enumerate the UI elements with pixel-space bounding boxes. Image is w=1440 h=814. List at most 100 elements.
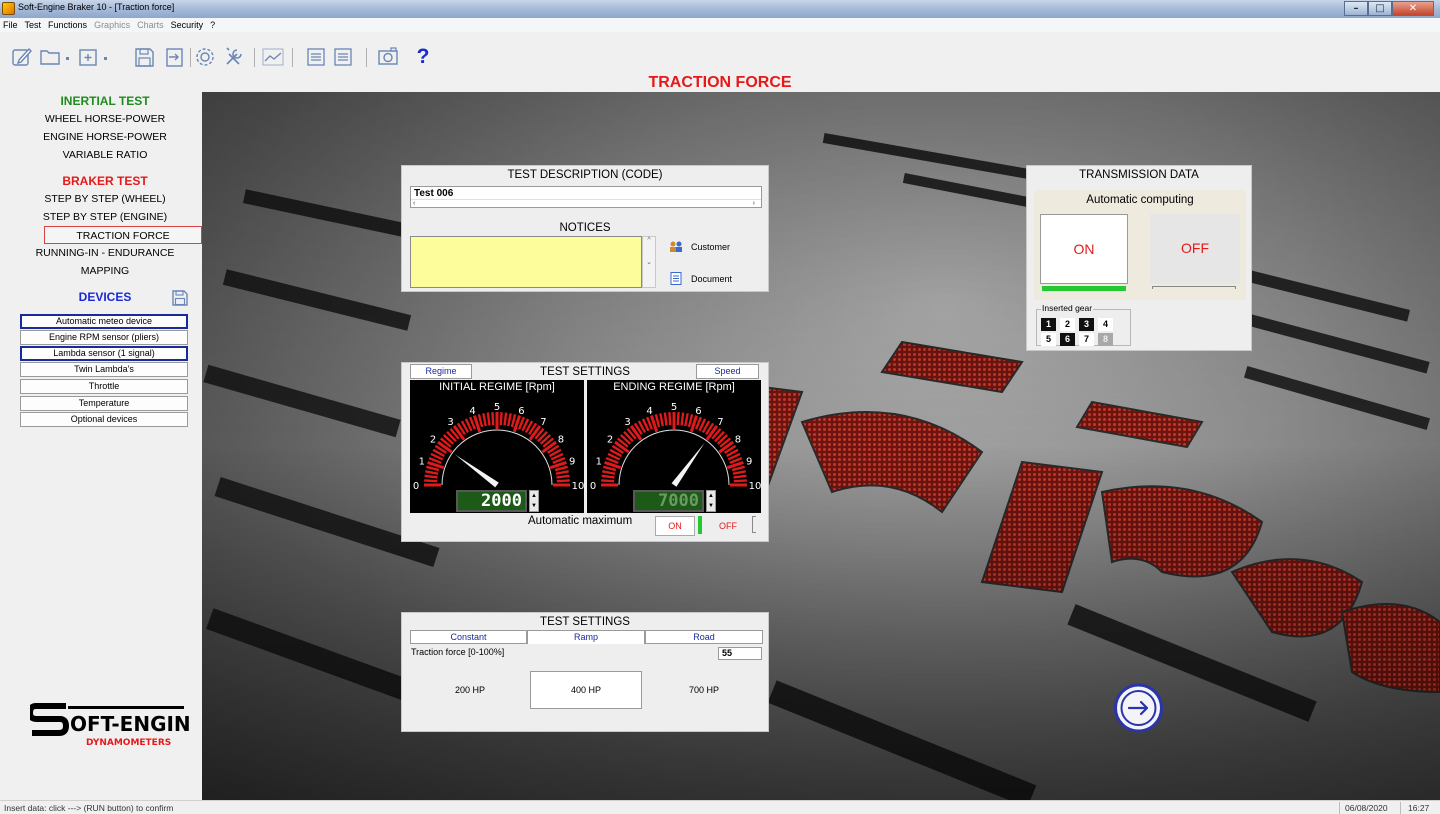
automatic-maximum-off-button[interactable]: OFF [708, 516, 748, 536]
device-automatic-meteo[interactable]: Automatic meteo device [20, 314, 188, 329]
horizontal-scrollbar[interactable]: ‹ › [411, 199, 761, 207]
camera-icon[interactable] [376, 46, 400, 68]
traction-force-input[interactable]: 55 [718, 647, 762, 660]
gear-3[interactable]: 3 [1079, 318, 1094, 331]
device-twin-lambda[interactable]: Twin Lambda's [20, 362, 188, 377]
gauge-tick [491, 412, 495, 426]
list-icon[interactable] [332, 46, 354, 68]
customer-icon [670, 241, 682, 252]
gauge-tick [733, 479, 747, 483]
gauge-tick [659, 413, 664, 427]
device-optional[interactable]: Optional devices [20, 412, 188, 427]
list-icon[interactable] [305, 46, 327, 68]
customer-link[interactable]: Customer [669, 240, 730, 253]
settings-icon[interactable] [193, 46, 217, 68]
help-icon[interactable]: ? [414, 45, 432, 68]
gauge-tick-label: 9 [746, 457, 752, 468]
hp-option-200[interactable]: 200 HP [414, 671, 526, 709]
menu-file[interactable]: File [3, 20, 18, 30]
edit-icon[interactable] [10, 46, 34, 68]
dropdown-icon[interactable] [101, 46, 111, 68]
tools-icon[interactable] [222, 46, 248, 68]
gauge-tick-label: 8 [735, 435, 741, 446]
notices-textarea[interactable] [410, 236, 642, 288]
sidebar-item-wheel-hp[interactable]: WHEEL HORSE-POWER [8, 110, 202, 128]
chart-icon[interactable] [260, 46, 286, 68]
sidebar: INERTIAL TEST WHEEL HORSE-POWER ENGINE H… [8, 92, 204, 800]
automatic-off-button[interactable]: OFF [1150, 214, 1240, 284]
automatic-on-button[interactable]: ON [1040, 214, 1128, 284]
menu-security[interactable]: Security [171, 20, 204, 30]
device-engine-rpm[interactable]: Engine RPM sensor (pliers) [20, 330, 188, 345]
sidebar-item-engine-hp[interactable]: ENGINE HORSE-POWER [8, 128, 202, 146]
gauge-tick-label: 10 [572, 481, 584, 492]
gauge-tick [499, 412, 503, 426]
hp-option-700[interactable]: 700 HP [648, 671, 760, 709]
ending-regime-spinner[interactable]: ▲ ▼ [706, 490, 716, 512]
device-temperature[interactable]: Temperature [20, 396, 188, 411]
automatic-maximum-label: Automatic maximum [528, 515, 633, 527]
traction-force-label: Traction force [0-100%] [411, 647, 505, 657]
notices-scrollbar[interactable]: ^ ⌄ [642, 236, 656, 288]
gauge-tick [482, 413, 487, 427]
minimize-icon[interactable]: – [1344, 1, 1368, 16]
gauge-tick [732, 470, 746, 475]
save-icon[interactable] [132, 46, 156, 68]
initial-regime-spinner[interactable]: ▲ ▼ [529, 490, 539, 512]
app-icon [2, 2, 15, 15]
sidebar-item-traction-force[interactable]: TRACTION FORCE [44, 226, 202, 244]
initial-regime-gauge[interactable]: INITIAL REGIME [Rpm] 0 1 2 3 4 5 6 7 8 9 10 2000 ▲… [410, 380, 584, 513]
gauge-tick-label: 1 [596, 457, 602, 468]
save-devices-icon[interactable] [171, 289, 189, 307]
test-settings-mode-title: TEST SETTINGS [540, 616, 630, 628]
device-throttle[interactable]: Throttle [20, 379, 188, 394]
menu-test[interactable]: Test [25, 20, 42, 30]
sidebar-item-step-wheel[interactable]: STEP BY STEP (WHEEL) [8, 190, 202, 208]
dropdown-icon[interactable] [63, 46, 73, 68]
gauge-tick-label: 5 [494, 402, 500, 413]
initial-regime-value[interactable]: 2000 [456, 490, 527, 512]
sidebar-item-variable-ratio[interactable]: VARIABLE RATIO [8, 146, 202, 164]
maximize-icon[interactable]: □ [1368, 1, 1392, 16]
add-file-icon[interactable] [76, 46, 100, 68]
sidebar-item-step-engine[interactable]: STEP BY STEP (ENGINE) [8, 208, 202, 226]
gauge-tick-label: 6 [695, 406, 701, 417]
menu-functions[interactable]: Functions [48, 20, 87, 30]
mode-tab-road[interactable]: Road [645, 630, 763, 644]
gauge-tick-label: 0 [413, 481, 419, 492]
tab-speed[interactable]: Speed [696, 364, 759, 379]
mode-tab-ramp[interactable]: Ramp [527, 630, 645, 644]
menu-help[interactable]: ? [210, 20, 215, 30]
next-arrow-button[interactable] [1111, 683, 1166, 733]
document-link[interactable]: Document [669, 272, 732, 285]
gear-4[interactable]: 4 [1098, 318, 1113, 331]
gear-6[interactable]: 6 [1060, 333, 1075, 346]
gauge-tick-label: 3 [447, 417, 453, 428]
gauge-tick-label: 2 [430, 435, 436, 446]
gauge-tick [424, 474, 438, 479]
mode-tab-constant[interactable]: Constant [410, 630, 527, 644]
gauge-tick [425, 465, 440, 472]
gear-2[interactable]: 2 [1060, 318, 1075, 331]
ending-regime-value[interactable]: 7000 [633, 490, 704, 512]
hp-option-400[interactable]: 400 HP [530, 671, 642, 709]
import-icon[interactable] [162, 46, 186, 68]
sidebar-item-running-in[interactable]: RUNNING-IN - ENDURANCE [8, 244, 202, 262]
folder-icon[interactable] [38, 46, 62, 68]
test-code-value: Test 006 [414, 188, 454, 199]
automatic-off-indicator [1152, 286, 1236, 289]
gear-1[interactable]: 1 [1041, 318, 1056, 331]
gear-5[interactable]: 5 [1041, 333, 1056, 346]
sidebar-item-mapping[interactable]: MAPPING [8, 262, 202, 280]
ending-regime-gauge[interactable]: ENDING REGIME [Rpm] 0 1 2 3 4 5 6 7 8 9 10 7000 ▲ ▼ [587, 380, 761, 513]
test-description-panel: TEST DESCRIPTION (CODE) Test 006 ‹ › NOTI… [401, 165, 769, 292]
close-icon[interactable]: ✕ [1392, 1, 1434, 16]
test-code-input[interactable]: Test 006 ‹ › [410, 186, 762, 208]
automatic-maximum-on-button[interactable]: ON [655, 516, 695, 536]
gauge-tick-label: 6 [518, 406, 524, 417]
inserted-gear-legend: Inserted gear [1041, 303, 1094, 313]
gear-7[interactable]: 7 [1079, 333, 1094, 346]
device-lambda-sensor[interactable]: Lambda sensor (1 signal) [20, 346, 188, 361]
gauge-tick [486, 412, 491, 426]
gauge-tick [680, 412, 685, 426]
